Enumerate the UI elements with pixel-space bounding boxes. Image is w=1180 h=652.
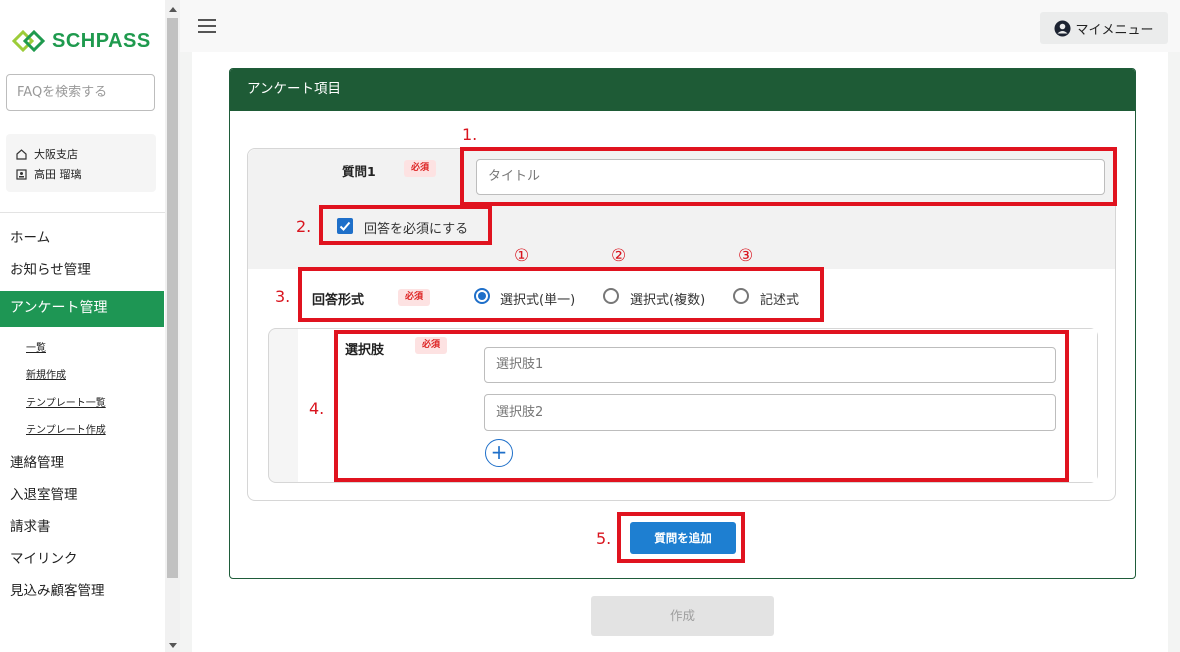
- scroll-down-icon[interactable]: [169, 643, 177, 648]
- annotation-box-4: [334, 330, 1069, 482]
- user-circle-icon: [1054, 20, 1071, 36]
- top-bar: マイメニュー: [180, 0, 1180, 52]
- nav-survey-management[interactable]: アンケート管理: [0, 291, 164, 327]
- create-button[interactable]: 作成: [591, 596, 774, 636]
- nav-notice-management[interactable]: お知らせ管理: [10, 258, 91, 278]
- nav-entry-exit-management[interactable]: 入退室管理: [10, 483, 78, 503]
- logo[interactable]: SCHPASS: [12, 29, 151, 53]
- annotation-box-3: [298, 267, 824, 322]
- sidebar-scrollbar[interactable]: [165, 0, 180, 652]
- annotation-number-5: 5.: [596, 529, 612, 548]
- annotation-number-2: 2.: [296, 217, 312, 236]
- annotation-box-2: [319, 205, 492, 245]
- divider: [0, 212, 165, 213]
- annotation-circled-1: ①: [514, 246, 530, 266]
- annotation-number-4: 4.: [309, 399, 325, 418]
- annotation-circled-3: ③: [738, 246, 754, 266]
- hamburger-menu-icon[interactable]: [198, 19, 216, 33]
- nav-home[interactable]: ホーム: [10, 226, 50, 246]
- nav-prospect-management[interactable]: 見込み顧客管理: [10, 579, 105, 599]
- home-icon: [16, 148, 27, 160]
- subnav-new[interactable]: 新規作成: [26, 366, 66, 381]
- sidebar: SCHPASS FAQを検索する 大阪支店 高田 瑠璃 ホーム お知らせ管理 ア…: [0, 0, 165, 652]
- nav-invoice[interactable]: 請求書: [10, 515, 51, 535]
- scroll-up-icon[interactable]: [169, 7, 177, 12]
- annotation-circled-2: ②: [611, 246, 627, 266]
- logo-text: SCHPASS: [52, 29, 151, 52]
- faq-search-input[interactable]: FAQを検索する: [6, 74, 155, 111]
- subnav-template-create[interactable]: テンプレート作成: [26, 421, 106, 436]
- schpass-logo-icon: [12, 30, 46, 52]
- nav-my-link[interactable]: マイリンク: [10, 547, 78, 567]
- card-title: アンケート項目: [230, 69, 1135, 111]
- branch-name: 大阪支店: [34, 148, 78, 161]
- subnav-list[interactable]: 一覧: [26, 339, 46, 354]
- user-info: 大阪支店 高田 瑠璃: [6, 134, 156, 192]
- scrollbar-thumb[interactable]: [167, 18, 178, 578]
- question-label: 質問1: [342, 164, 376, 179]
- my-menu-label: マイメニュー: [1075, 22, 1154, 38]
- annotation-number-1: 1.: [462, 125, 478, 144]
- user-name: 高田 瑠璃: [34, 168, 82, 181]
- subnav-template-list[interactable]: テンプレート一覧: [26, 394, 106, 409]
- my-menu-button[interactable]: マイメニュー: [1040, 12, 1168, 44]
- nav-contact-management[interactable]: 連絡管理: [10, 451, 64, 471]
- id-card-icon: [16, 168, 27, 180]
- annotation-box-1: [460, 147, 1117, 206]
- required-badge: 必須: [404, 160, 436, 177]
- annotation-number-3: 3.: [275, 287, 291, 306]
- annotation-box-5: [617, 512, 745, 563]
